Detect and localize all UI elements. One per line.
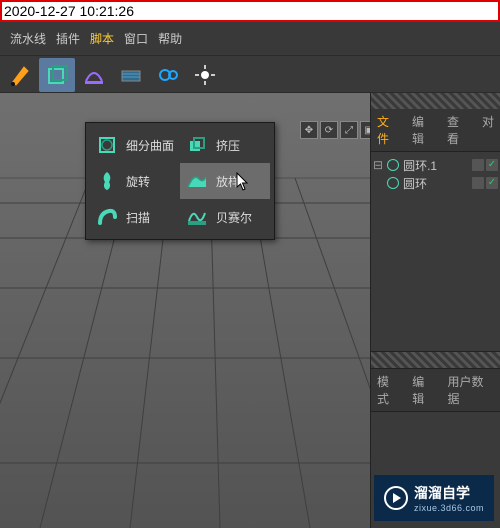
timestamp-bar: 2020-12-27 10:21:26 — [0, 0, 500, 22]
visibility-toggle[interactable] — [472, 177, 484, 189]
menu-item-pipeline[interactable]: 流水线 — [6, 28, 50, 49]
object-row[interactable]: ⊟ 圆环.1 ✓ — [373, 156, 498, 174]
popup-label: 放样 — [216, 173, 240, 190]
popup-item-loft[interactable]: 放样 — [180, 163, 270, 199]
popup-label: 挤压 — [216, 137, 240, 154]
panel-grip[interactable] — [371, 352, 500, 368]
object-name[interactable]: 圆环 — [403, 175, 427, 192]
pen-tool-button[interactable] — [2, 58, 38, 92]
menu-item-script[interactable]: 脚本 — [86, 28, 118, 49]
generator-tool-button[interactable] — [39, 58, 75, 92]
object-list: ⊟ 圆环.1 ✓ 圆环 ✓ — [371, 152, 500, 352]
environment-tool-button[interactable] — [113, 58, 149, 92]
menu-item-help[interactable]: 帮助 — [154, 28, 186, 49]
main-toolbar — [0, 55, 500, 93]
popup-item-sweep[interactable]: 扫描 — [90, 199, 180, 235]
object-name[interactable]: 圆环.1 — [403, 157, 437, 174]
viewport-axis-toolbar: ✥ ⟳ ⤢ ▣ — [300, 121, 370, 139]
sweep-icon — [94, 204, 120, 230]
popup-item-lathe[interactable]: 旋转 — [90, 163, 180, 199]
tab-edit2[interactable]: 编辑 — [406, 369, 441, 411]
popup-item-bezier[interactable]: 贝赛尔 — [180, 199, 270, 235]
ring-icon — [387, 177, 399, 189]
axis-rotate-icon[interactable]: ⟳ — [320, 121, 338, 139]
tab-userdata[interactable]: 用户数据 — [442, 369, 500, 411]
extrude-icon — [184, 132, 210, 158]
render-toggle[interactable]: ✓ — [486, 177, 498, 189]
deformer-tool-button[interactable] — [76, 58, 112, 92]
play-icon — [384, 486, 408, 510]
tab-view[interactable]: 查看 — [441, 109, 476, 151]
visibility-toggle[interactable] — [472, 159, 484, 171]
axis-move-icon[interactable]: ✥ — [300, 121, 318, 139]
watermark-sub: zixue.3d66.com — [414, 503, 484, 513]
object-manager-tabs: 文件 编辑 查看 对 — [371, 109, 500, 152]
watermark-title: 溜溜自学 — [414, 485, 470, 501]
ring-icon — [387, 159, 399, 171]
popup-label: 细分曲面 — [126, 137, 174, 154]
app-window: 流水线 插件 脚本 窗口 帮助 — [0, 22, 500, 527]
timestamp-text: 2020-12-27 10:21:26 — [4, 3, 134, 19]
object-row[interactable]: 圆环 ✓ — [373, 174, 498, 192]
popup-label: 贝赛尔 — [216, 209, 252, 226]
loft-icon — [184, 168, 210, 194]
axis-frame-icon[interactable]: ▣ — [360, 121, 370, 139]
subdiv-icon — [94, 132, 120, 158]
menu-bar: 流水线 插件 脚本 窗口 帮助 — [0, 22, 500, 55]
popup-label: 旋转 — [126, 173, 150, 190]
tab-edit[interactable]: 编辑 — [406, 109, 441, 151]
camera-tool-button[interactable] — [150, 58, 186, 92]
bezier-icon — [184, 204, 210, 230]
menu-item-plugins[interactable]: 插件 — [52, 28, 84, 49]
render-toggle[interactable]: ✓ — [486, 159, 498, 171]
tab-file[interactable]: 文件 — [371, 109, 406, 151]
axis-zoom-icon[interactable]: ⤢ — [340, 121, 358, 139]
attribute-tabs: 模式 编辑 用户数据 — [371, 368, 500, 412]
generator-popup-menu: 细分曲面 挤压 旋转 放样 扫描 — [85, 122, 275, 240]
menu-item-window[interactable]: 窗口 — [120, 28, 152, 49]
light-tool-button[interactable] — [187, 58, 223, 92]
tab-objects[interactable]: 对 — [476, 109, 500, 151]
tab-mode[interactable]: 模式 — [371, 369, 406, 411]
object-manager-panel: 文件 编辑 查看 对 ⊟ 圆环.1 ✓ 圆环 — [370, 93, 500, 528]
popup-item-extrude[interactable]: 挤压 — [180, 127, 270, 163]
lathe-icon — [94, 168, 120, 194]
panel-grip[interactable] — [371, 93, 500, 109]
popup-item-subdiv[interactable]: 细分曲面 — [90, 127, 180, 163]
popup-label: 扫描 — [126, 209, 150, 226]
watermark: 溜溜自学 zixue.3d66.com — [374, 475, 494, 521]
expand-icon[interactable]: ⊟ — [373, 158, 383, 172]
